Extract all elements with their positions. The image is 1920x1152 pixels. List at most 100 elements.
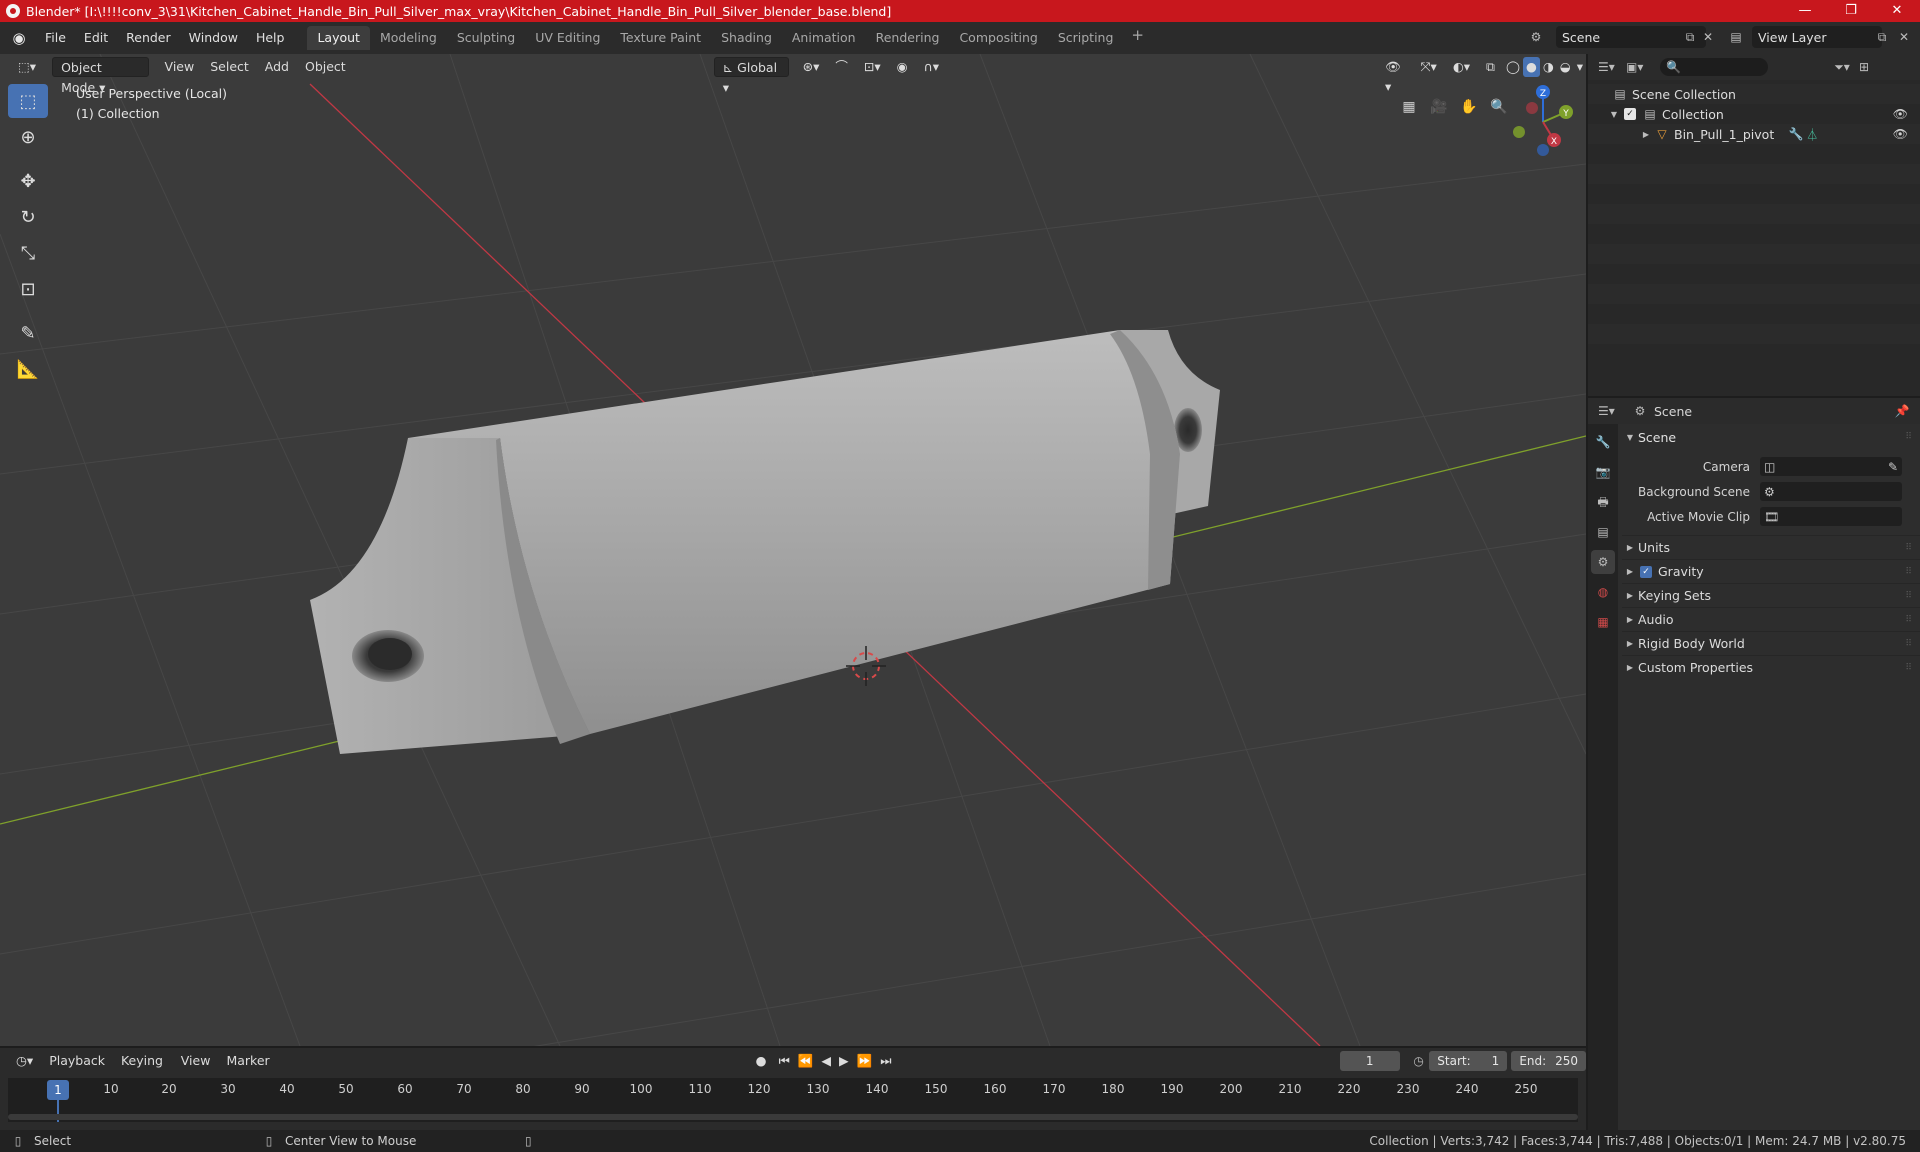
display-mode-icon[interactable]: ▣▾	[1626, 60, 1643, 74]
solid-shading-icon[interactable]: ●	[1522, 57, 1540, 77]
world-tab-icon[interactable]: ◍	[1591, 580, 1615, 604]
scene-panel-header[interactable]: ▼ Scene ⠿	[1622, 426, 1920, 448]
play-icon[interactable]: ▶	[835, 1051, 853, 1071]
properties-editor-type-icon[interactable]: ☰▾	[1598, 404, 1615, 418]
minimize-button[interactable]: —	[1782, 0, 1828, 22]
annotate-tool-icon[interactable]: ✎	[8, 316, 48, 350]
measure-tool-icon[interactable]: 📐	[8, 352, 48, 386]
tab-rendering[interactable]: Rendering	[866, 26, 950, 50]
view-layer-icon[interactable]: ▤	[1728, 30, 1744, 44]
rendered-shading-icon[interactable]: ◒	[1557, 57, 1574, 77]
start-frame-field[interactable]: Start: 1	[1429, 1051, 1508, 1071]
select-menu[interactable]: Select	[202, 57, 257, 77]
custom-properties-panel[interactable]: ▶ Custom Properties ⠿	[1622, 655, 1920, 679]
next-keyframe-icon[interactable]: ⏩	[853, 1051, 877, 1071]
marker-menu[interactable]: Marker	[218, 1051, 277, 1071]
tab-shading[interactable]: Shading	[711, 26, 782, 50]
tab-animation[interactable]: Animation	[782, 26, 866, 50]
add-menu[interactable]: Add	[257, 57, 297, 77]
wireframe-shading-icon[interactable]: ◯	[1503, 57, 1523, 77]
add-workspace-button[interactable]: +	[1123, 26, 1152, 50]
timeline-editor-type-icon[interactable]: ◷▾	[8, 1051, 41, 1071]
preview-range-icon[interactable]: ◷	[1412, 1054, 1425, 1068]
menu-window[interactable]: Window	[180, 26, 247, 50]
record-button[interactable]: ●	[748, 1051, 775, 1071]
play-reverse-icon[interactable]: ◀	[817, 1051, 835, 1071]
cursor-tool-icon[interactable]: ⊕	[8, 120, 48, 154]
blender-menu-icon[interactable]: ◉	[10, 29, 28, 47]
pivot-point-icon[interactable]: ⊛▾	[795, 57, 828, 77]
current-frame-indicator[interactable]: 1	[47, 1080, 69, 1100]
menu-edit[interactable]: Edit	[75, 26, 117, 50]
active-movie-clip-field[interactable]: 🎞	[1760, 507, 1902, 526]
maximize-button[interactable]: ❐	[1828, 0, 1874, 22]
tab-texture-paint[interactable]: Texture Paint	[610, 26, 711, 50]
end-frame-field[interactable]: End: 250	[1511, 1051, 1586, 1071]
pan-view-icon[interactable]: ✋	[1456, 94, 1482, 120]
select-box-tool-icon[interactable]: ⬚	[8, 84, 48, 118]
timeline-scrollbar[interactable]	[8, 1114, 1578, 1120]
new-collection-icon[interactable]: ⊞	[1856, 60, 1872, 74]
close-button[interactable]: ✕	[1874, 0, 1920, 22]
background-scene-field[interactable]: ⚙	[1760, 482, 1902, 501]
outliner-row-object[interactable]: ▶ ▽ Bin_Pull_1_pivot 🔧 ⏃ 👁	[1588, 124, 1920, 144]
outliner-editor-type-icon[interactable]: ☰▾	[1598, 60, 1615, 74]
menu-file[interactable]: File	[36, 26, 75, 50]
jump-end-icon[interactable]: ⏭	[876, 1051, 895, 1071]
collection-visibility-icon[interactable]: 👁	[1893, 107, 1908, 121]
output-tab-icon[interactable]: 🖶	[1591, 490, 1615, 514]
tab-compositing[interactable]: Compositing	[949, 26, 1047, 50]
xray-icon[interactable]: ⧉	[1478, 57, 1503, 77]
view-layer-tab-icon[interactable]: ▤	[1591, 520, 1615, 544]
gravity-grip-icon[interactable]: ⠿	[1905, 567, 1912, 577]
render-tab-icon[interactable]: 📷	[1591, 460, 1615, 484]
visibility-icon[interactable]: 👁▾	[1377, 57, 1413, 94]
tab-layout[interactable]: Layout	[307, 26, 370, 50]
scale-tool-icon[interactable]: ⤡	[8, 236, 48, 270]
collection-checkbox[interactable]: ✓	[1624, 108, 1636, 120]
outliner-search-input[interactable]: 🔍	[1660, 58, 1768, 76]
camera-view-icon[interactable]: 🎥	[1426, 94, 1452, 120]
tab-sculpting[interactable]: Sculpting	[447, 26, 525, 50]
keying-menu[interactable]: Keying ▾	[113, 1051, 173, 1088]
jump-start-icon[interactable]: ⏮	[775, 1051, 794, 1071]
keying-sets-panel[interactable]: ▶ Keying Sets ⠿	[1622, 583, 1920, 607]
units-grip-icon[interactable]: ⠿	[1905, 543, 1912, 553]
view-menu[interactable]: View	[157, 57, 203, 77]
prev-keyframe-icon[interactable]: ⏪	[794, 1051, 818, 1071]
proportional-edit-icon[interactable]: ◉	[889, 57, 916, 77]
tool-tab-icon[interactable]: 🔧	[1591, 430, 1615, 454]
shading-options-icon[interactable]: ▾	[1574, 57, 1586, 77]
3d-viewport[interactable]: ⬚▾ Object Mode ▾ View Select Add Object …	[0, 54, 1586, 1046]
menu-help[interactable]: Help	[247, 26, 294, 50]
outliner-row-collection[interactable]: ▼ ✓ ▤ Collection 👁	[1588, 104, 1920, 124]
viewport-scene[interactable]	[0, 54, 1586, 1046]
timeline-view-menu[interactable]: View	[173, 1051, 219, 1071]
current-frame-field[interactable]: 1	[1339, 1051, 1400, 1071]
new-scene-icon[interactable]: ⧉	[1682, 30, 1698, 45]
material-shading-icon[interactable]: ◑	[1540, 57, 1557, 77]
move-tool-icon[interactable]: ✥	[8, 164, 48, 198]
audio-panel[interactable]: ▶ Audio ⠿	[1622, 607, 1920, 631]
delete-view-layer-icon[interactable]: ✕	[1896, 30, 1912, 44]
object-menu[interactable]: Object	[297, 57, 354, 77]
axis-gizmo[interactable]: Z Y X	[1506, 82, 1576, 162]
editor-type-icon[interactable]: ⬚▾	[10, 57, 44, 77]
object-mode-dropdown[interactable]: Object Mode ▾	[52, 57, 149, 95]
expand-arrow-icon[interactable]: ▶	[1638, 130, 1654, 139]
scene-selector-icon[interactable]: ⚙	[1528, 30, 1544, 44]
falloff-icon[interactable]: ∩▾	[916, 57, 947, 77]
playback-menu[interactable]: Playback ▾	[41, 1051, 113, 1088]
panel-grip-icon[interactable]: ⠿	[1905, 432, 1912, 442]
object-visibility-icon[interactable]: 👁	[1893, 127, 1908, 141]
outliner-row-scene-collection[interactable]: ▤ Scene Collection	[1588, 84, 1920, 104]
tab-modeling[interactable]: Modeling	[370, 26, 447, 50]
tab-scripting[interactable]: Scripting	[1048, 26, 1124, 50]
rigid-body-grip-icon[interactable]: ⠿	[1905, 639, 1912, 649]
tab-uv-editing[interactable]: UV Editing	[525, 26, 610, 50]
filter-icon[interactable]: ⏷▾	[1834, 60, 1850, 75]
modifier-wrench-icon[interactable]: 🔧	[1788, 127, 1804, 141]
audio-grip-icon[interactable]: ⠿	[1905, 615, 1912, 625]
keying-sets-grip-icon[interactable]: ⠿	[1905, 591, 1912, 601]
gravity-panel[interactable]: ▶ ✓ Gravity ⠿	[1622, 559, 1920, 583]
